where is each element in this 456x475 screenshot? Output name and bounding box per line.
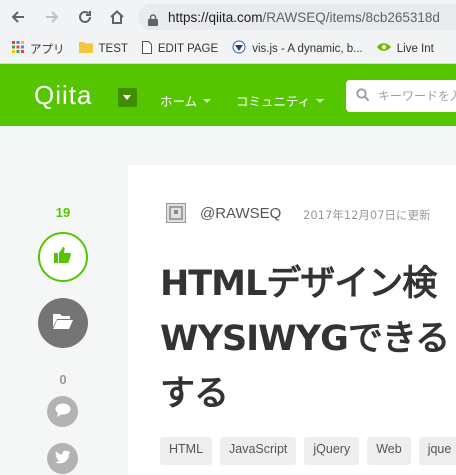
bookmark-label: Live Int [396,42,434,55]
nav-community-label: コミュニティ [236,95,311,109]
bookmark-visjs[interactable]: vis.js - A dynamic, b... [232,40,363,57]
thumbs-up-icon [53,245,73,269]
speech-bubble-icon [55,402,71,421]
reload-icon[interactable] [73,5,97,29]
bookmark-edit-page[interactable]: EDIT PAGE [141,40,219,57]
stock-button[interactable] [38,298,88,348]
bookmark-test[interactable]: TEST [78,41,128,56]
nav-home[interactable]: ホーム [160,91,212,110]
home-icon[interactable] [105,5,129,29]
nav-community[interactable]: コミュニティ [236,91,325,110]
twitter-share-button[interactable] [47,443,78,474]
qiita-logo[interactable]: Qiita [34,80,92,111]
tag-html[interactable]: HTML [160,437,213,465]
tag-javascript[interactable]: JavaScript [220,437,297,465]
tag-jquery[interactable]: jQuery [304,437,360,465]
avatar[interactable] [166,203,186,223]
folder-open-icon [52,312,74,334]
author-link[interactable]: @RAWSEQ [200,205,281,222]
tag-jque[interactable]: jque [418,437,456,465]
chevron-down-icon [316,98,325,103]
comment-button[interactable] [47,396,78,427]
apps-grid-icon [12,41,24,56]
tag-list: HTML JavaScript jQuery Web jque [160,437,456,465]
updated-date: 2017年12月07日に更新 [303,208,431,222]
search-box[interactable] [346,80,456,112]
forward-arrow-icon[interactable] [40,5,64,29]
page-icon [141,40,152,57]
bookmarks-bar: アプリ TEST EDIT PAGE vis.js - A dynamic, b… [0,34,456,64]
bookmark-apps[interactable]: アプリ [12,41,65,57]
like-button[interactable] [38,232,88,282]
search-icon [356,87,370,106]
url-text: https://qiita.com/RAWSEQ/items/8cb265318… [168,9,440,25]
tag-web[interactable]: Web [367,437,411,465]
bookmark-live-int[interactable]: Live Int [376,41,434,56]
like-count: 19 [55,205,71,220]
bookmark-label: vis.js - A dynamic, b... [252,42,363,55]
bookmark-label: アプリ [30,43,65,56]
visjs-icon [232,40,246,57]
lock-icon [148,11,158,26]
search-input[interactable] [378,89,456,103]
twitter-bird-icon [54,449,71,468]
logo-dropdown-button[interactable] [118,88,137,107]
bookmark-label: EDIT PAGE [157,42,219,55]
nvidia-icon [376,41,391,56]
back-arrow-icon[interactable] [6,5,30,29]
address-bar[interactable]: https://qiita.com/RAWSEQ/items/8cb265318… [138,4,456,30]
browser-toolbar: https://qiita.com/RAWSEQ/items/8cb265318… [0,0,456,34]
comment-count: 0 [59,372,67,387]
nav-home-label: ホーム [160,95,198,109]
chevron-down-icon [203,98,212,103]
page-title: HTMLデザイン検 WYSIWYGできる する [160,264,450,414]
bookmark-label: TEST [98,42,128,55]
folder-icon [78,41,93,56]
